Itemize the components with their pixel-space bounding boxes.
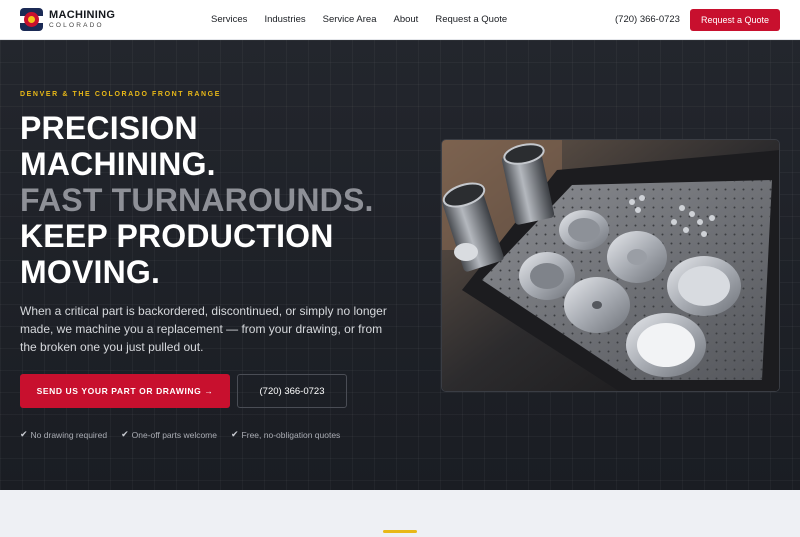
brand-subtitle: COLORADO <box>49 21 104 29</box>
brand-logo-link[interactable]: MACHINING COLORADO <box>20 8 115 31</box>
section-accent-divider <box>383 530 417 533</box>
machined-parts-illustration <box>442 140 779 391</box>
site-header: MACHINING COLORADO Services Industries S… <box>0 0 800 40</box>
nav-link-industries[interactable]: Industries <box>264 14 305 25</box>
headline-line-3: FAST TURNAROUNDS. <box>20 182 374 218</box>
perk-item: ✔ Free, no-obligation quotes <box>231 429 340 440</box>
perks-list: ✔ No drawing required ✔ One-off parts we… <box>20 429 354 440</box>
perk-item: ✔ No drawing required <box>20 429 107 440</box>
check-icon: ✔ <box>121 429 129 439</box>
main-nav: Services Industries Service Area About R… <box>211 14 524 25</box>
colorado-flag-logo-icon <box>20 8 43 31</box>
perk-label: No drawing required <box>30 429 108 440</box>
perk-label: Free, no-obligation quotes <box>241 429 341 440</box>
nav-link-services[interactable]: Services <box>211 14 247 25</box>
send-part-button[interactable]: SEND US YOUR PART OR DRAWING → <box>20 374 230 408</box>
hero-lead-text: When a critical part is backordered, dis… <box>20 304 387 354</box>
nav-link-request-quote[interactable]: Request a Quote <box>435 14 507 25</box>
nav-link-service-area[interactable]: Service Area <box>323 14 377 25</box>
hero-headline: PRECISION MACHINING. FAST TURNAROUNDS. K… <box>20 110 430 290</box>
headline-line-4: KEEP PRODUCTION <box>20 218 334 254</box>
headline-line-5: MOVING. <box>20 254 161 290</box>
perk-item: ✔ One-off parts welcome <box>121 429 217 440</box>
headline-line-2: MACHINING. <box>20 146 216 182</box>
check-icon: ✔ <box>20 429 28 439</box>
brand-name: MACHINING <box>49 8 116 21</box>
check-icon: ✔ <box>231 429 239 439</box>
machined-parts-photo <box>441 139 780 392</box>
nav-phone-link[interactable]: (720) 366-0723 <box>615 14 680 25</box>
hero-section: DENVER & THE COLORADO FRONT RANGE PRECIS… <box>0 40 800 490</box>
perk-label: One-off parts welcome <box>131 429 217 440</box>
nav-request-quote-button[interactable]: Request a Quote <box>690 9 780 31</box>
call-phone-button[interactable]: (720) 366-0723 <box>237 374 347 408</box>
hero-eyebrow: DENVER & THE COLORADO FRONT RANGE <box>20 91 221 98</box>
nav-link-about[interactable]: About <box>394 14 419 25</box>
headline-line-1: PRECISION <box>20 110 198 146</box>
next-section <box>0 490 800 537</box>
